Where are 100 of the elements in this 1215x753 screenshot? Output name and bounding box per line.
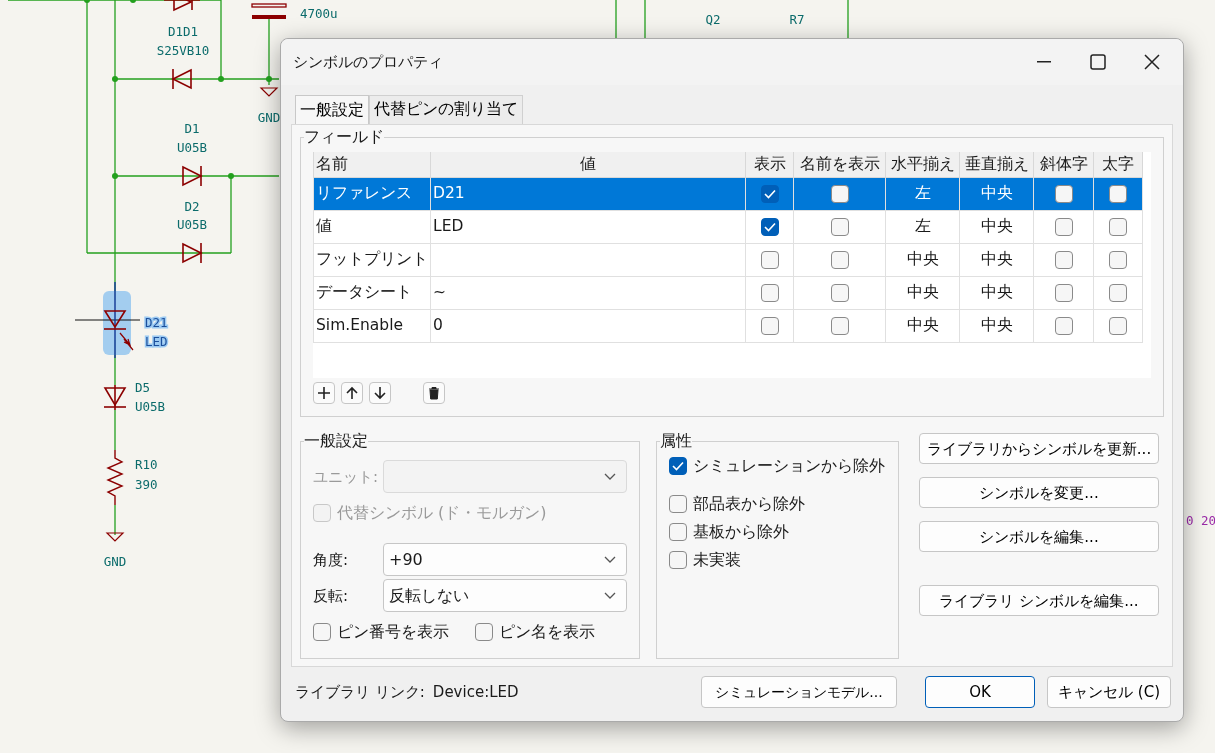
table-cell: データシート: [313, 276, 431, 310]
table-row[interactable]: 値 LED 左 中央: [313, 210, 1143, 244]
checkbox[interactable]: [760, 217, 779, 236]
diode-symbol: [103, 384, 127, 411]
component-label: U05B: [135, 399, 166, 414]
dialog-button[interactable]: ライブラリ シンボルを編集...: [919, 585, 1159, 617]
table-cell: 0: [430, 309, 746, 343]
checkbox[interactable]: [669, 457, 687, 476]
checkbox[interactable]: [830, 217, 849, 236]
dialog-button[interactable]: シンボルを編集...: [919, 521, 1159, 553]
dialog-button[interactable]: OK: [925, 676, 1036, 708]
checkbox[interactable]: [760, 250, 779, 269]
table-row[interactable]: データシート ~ 中央 中央: [313, 276, 1143, 310]
check-icon: [763, 188, 776, 199]
column-header[interactable]: 垂直揃え: [959, 152, 1034, 178]
resistor-symbol: [106, 449, 124, 506]
table-cell: 中央: [885, 309, 960, 343]
table-cell: 中央: [885, 243, 960, 277]
trash-icon[interactable]: [423, 382, 445, 405]
group-title: 属性: [660, 431, 692, 452]
dialog-button[interactable]: ライブラリからシンボルを更新...: [919, 433, 1159, 465]
library-value: Device:LED: [432, 681, 519, 703]
tab[interactable]: 代替ピンの割り当て: [369, 95, 523, 125]
checkbox-label: 基板から除外: [693, 521, 789, 544]
chevron-down-icon: [604, 555, 616, 564]
column-header[interactable]: 斜体字: [1033, 152, 1094, 178]
checkbox[interactable]: [1054, 316, 1073, 335]
component-label: D1D1: [167, 24, 199, 39]
component-label: Q2: [705, 12, 721, 27]
checkbox[interactable]: [669, 495, 687, 514]
checkbox[interactable]: [313, 623, 331, 642]
table-cell: LED: [430, 210, 746, 244]
column-header[interactable]: 表示: [745, 152, 794, 178]
library-label: ライブラリ リンク:: [295, 681, 425, 703]
field-label: 反転:: [313, 585, 350, 607]
chevron-down-icon: [604, 591, 616, 600]
checkbox[interactable]: [1109, 184, 1127, 203]
junction-dot: [228, 173, 234, 179]
component-label: LED: [145, 334, 168, 349]
arrow-down-icon[interactable]: [369, 382, 391, 405]
dropdown[interactable]: 反転しない: [383, 579, 627, 613]
arrow-up-icon[interactable]: [341, 382, 363, 405]
table-cell: 中央: [959, 210, 1034, 244]
check-icon: [763, 221, 776, 232]
checkbox[interactable]: [1054, 250, 1073, 269]
checkbox[interactable]: [1054, 283, 1073, 302]
checkbox[interactable]: [760, 184, 779, 203]
group-title: 一般設定: [304, 431, 368, 452]
component-label: 0 20: [1186, 513, 1215, 528]
checkbox[interactable]: [1109, 283, 1127, 302]
chevron-down-icon: [604, 472, 616, 481]
checkbox[interactable]: [760, 283, 779, 302]
checkbox[interactable]: [1054, 217, 1073, 236]
add-icon[interactable]: [313, 382, 335, 405]
tab[interactable]: 一般設定: [295, 95, 369, 126]
junction-dot: [112, 173, 118, 179]
component-label: U05B: [176, 217, 208, 232]
dropdown[interactable]: +90: [383, 543, 627, 577]
window-title: シンボルのプロパティ: [293, 51, 444, 73]
component-label: U05B: [176, 140, 208, 155]
wire: [114, 504, 116, 536]
wire: [644, 0, 646, 39]
table-row[interactable]: Sim.Enable 0 中央 中央: [313, 309, 1143, 343]
checkbox[interactable]: [830, 283, 849, 302]
table-row[interactable]: リファレンス D21 左 中央: [313, 177, 1143, 211]
column-header[interactable]: 名前: [313, 152, 431, 178]
checkbox[interactable]: [1109, 217, 1127, 236]
dropdown-value: 反転しない: [389, 584, 469, 607]
checkbox[interactable]: [669, 551, 687, 570]
checkbox[interactable]: [1109, 250, 1127, 269]
checkbox[interactable]: [669, 523, 687, 542]
checkbox[interactable]: [760, 316, 779, 335]
wire: [114, 409, 116, 451]
close-icon[interactable]: [1144, 54, 1160, 70]
column-header[interactable]: 値: [430, 152, 746, 178]
column-header[interactable]: 太字: [1093, 152, 1143, 178]
ground-symbol: [105, 532, 125, 542]
dialog-button[interactable]: キャンセル (C): [1047, 676, 1171, 708]
component-label: D1: [184, 121, 200, 136]
table-cell: D21: [430, 177, 746, 211]
minimize-icon[interactable]: [1037, 61, 1051, 63]
checkbox[interactable]: [475, 623, 493, 642]
table-cell: Sim.Enable: [313, 309, 431, 343]
component-label: R7: [789, 12, 805, 27]
table-cell: 中央: [885, 276, 960, 310]
dialog-button[interactable]: シンボルを変更...: [919, 477, 1159, 509]
maximize-icon[interactable]: [1090, 54, 1106, 70]
checkbox[interactable]: [1109, 316, 1127, 335]
checkbox[interactable]: [830, 316, 849, 335]
checkbox[interactable]: [1054, 184, 1073, 203]
component-label: S25VB10: [156, 43, 210, 58]
table-cell: 値: [313, 210, 431, 244]
table-cell: 左: [885, 210, 960, 244]
dialog-button[interactable]: シミュレーションモデル...: [701, 676, 898, 708]
checkbox[interactable]: [830, 184, 849, 203]
check-icon: [672, 461, 684, 472]
table-row[interactable]: フットプリント 中央 中央: [313, 243, 1143, 277]
checkbox[interactable]: [830, 250, 849, 269]
column-header[interactable]: 水平揃え: [885, 152, 960, 178]
column-header[interactable]: 名前を表示: [793, 152, 886, 178]
